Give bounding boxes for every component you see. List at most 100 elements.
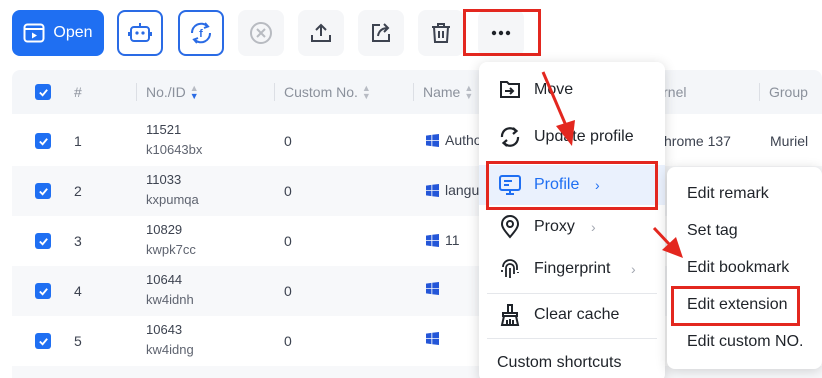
menu-item-custom-shortcuts[interactable]: Custom shortcuts (479, 343, 665, 378)
toolbar: Open f (0, 0, 822, 66)
row-no-id: 11521 k10643bx (146, 120, 202, 160)
windows-icon (426, 133, 439, 147)
automation-button[interactable] (117, 10, 163, 56)
row-id: kw4idng (146, 342, 194, 357)
row-custom-no: 0 (284, 133, 292, 149)
row-group: Muriel (770, 133, 809, 149)
menu-divider (487, 293, 657, 294)
check-icon (38, 187, 48, 196)
upload-icon (311, 23, 331, 42)
row-index: 2 (74, 183, 82, 199)
submenu-item-edit-custom-no[interactable]: Edit custom NO. (687, 333, 803, 351)
row-checkbox[interactable] (35, 233, 51, 249)
column-header-group: Group (759, 70, 808, 114)
sort-icon[interactable]: ▲ ▼ (190, 84, 199, 101)
upload-button[interactable] (298, 10, 344, 56)
row-name: 11 (426, 232, 460, 248)
row-id: kw4idnh (146, 292, 194, 307)
monitor-icon (497, 172, 523, 198)
column-header-index: # (74, 84, 82, 100)
menu-item-clear-cache[interactable]: Clear cache (479, 295, 665, 335)
refresh-icon (497, 124, 523, 150)
row-custom-no: 0 (284, 333, 292, 349)
row-custom-no: 0 (284, 183, 292, 199)
location-pin-icon (497, 214, 523, 240)
row-checkbox[interactable] (35, 183, 51, 199)
sync-icon: f (190, 22, 212, 44)
chevron-right-icon: › (631, 261, 636, 277)
row-no: 10644 (146, 272, 183, 287)
row-no: 11033 (146, 172, 182, 187)
row-id: k10643bx (146, 142, 203, 157)
row-index: 4 (74, 283, 82, 299)
row-checkbox[interactable] (35, 283, 51, 299)
submenu-item-edit-remark[interactable]: Edit remark (687, 185, 769, 203)
more-icon (491, 30, 511, 36)
menu-item-fingerprint[interactable]: Fingerprint › (479, 249, 665, 289)
row-checkbox[interactable] (35, 133, 51, 149)
close-icon (250, 22, 272, 44)
delete-button[interactable] (418, 10, 464, 56)
row-checkbox[interactable] (35, 333, 51, 349)
column-header-name[interactable]: Name ▲ ▼ (413, 70, 473, 114)
row-index: 1 (74, 133, 82, 149)
column-header-custom-no[interactable]: Custom No. ▲ ▼ (274, 70, 371, 114)
table-row[interactable]: 1 11521 k10643bx 0 Autho chrome 137 Murie… (12, 116, 822, 166)
share-button[interactable] (358, 10, 404, 56)
more-button[interactable] (478, 10, 524, 56)
row-name: langu (426, 182, 479, 198)
row-id: kxpumqa (146, 192, 199, 207)
submenu-item-edit-bookmark[interactable]: Edit bookmark (687, 259, 789, 277)
windows-icon (426, 332, 439, 345)
robot-icon (128, 23, 152, 42)
check-icon (38, 237, 48, 246)
more-actions-menu: Move Update profile Profile › Proxy › Fi… (479, 62, 665, 378)
share-icon (372, 23, 390, 42)
sort-icon[interactable]: ▲ ▼ (464, 84, 473, 101)
row-name (426, 332, 439, 345)
menu-item-move[interactable]: Move (479, 70, 665, 110)
close-browser-button[interactable] (238, 10, 284, 56)
row-no-id: 10829 kwpk7cc (146, 220, 196, 260)
sort-icon[interactable]: ▲ ▼ (362, 84, 371, 101)
row-custom-no: 0 (284, 233, 292, 249)
row-no: 11521 (146, 122, 182, 137)
menu-item-update-profile[interactable]: Update profile (479, 117, 665, 157)
profile-submenu: Edit remark Set tag Edit bookmark Edit e… (667, 167, 822, 369)
table-header: # No./ID ▲ ▼ Custom No. ▲ ▼ Name ▲ ▼ Kernel Gr… (12, 70, 822, 114)
open-button-label: Open (53, 24, 93, 41)
select-all-checkbox[interactable] (35, 84, 51, 100)
row-name (426, 282, 439, 295)
check-icon (38, 137, 48, 146)
row-no: 10643 (146, 322, 183, 337)
check-icon (38, 88, 48, 97)
open-button[interactable]: Open (12, 10, 104, 56)
move-icon (497, 77, 523, 103)
submenu-item-set-tag[interactable]: Set tag (687, 222, 738, 240)
row-name: Autho (426, 132, 482, 148)
menu-item-proxy[interactable]: Proxy › (479, 207, 665, 247)
windows-icon (426, 282, 439, 295)
row-id: kwpk7cc (146, 242, 196, 257)
browser-window-icon (23, 23, 45, 43)
windows-icon (426, 183, 439, 197)
row-index: 3 (74, 233, 82, 249)
row-index: 5 (74, 333, 82, 349)
row-custom-no: 0 (284, 283, 292, 299)
chevron-right-icon: › (595, 177, 600, 193)
submenu-item-edit-extension[interactable]: Edit extension (687, 296, 788, 314)
windows-icon (426, 233, 439, 247)
row-no-id: 10644 kw4idnh (146, 270, 194, 310)
column-header-no-id[interactable]: No./ID ▲ ▼ (136, 70, 199, 114)
menu-item-profile[interactable]: Profile › (479, 165, 665, 205)
broom-icon (497, 302, 523, 328)
check-icon (38, 287, 48, 296)
trash-icon (432, 23, 450, 43)
row-no-id: 11033 kxpumqa (146, 170, 199, 210)
svg-text:f: f (199, 28, 203, 40)
menu-divider (487, 338, 657, 339)
chevron-right-icon: › (591, 219, 596, 235)
sync-button[interactable]: f (178, 10, 224, 56)
row-no-id: 10643 kw4idng (146, 320, 194, 360)
check-icon (38, 337, 48, 346)
